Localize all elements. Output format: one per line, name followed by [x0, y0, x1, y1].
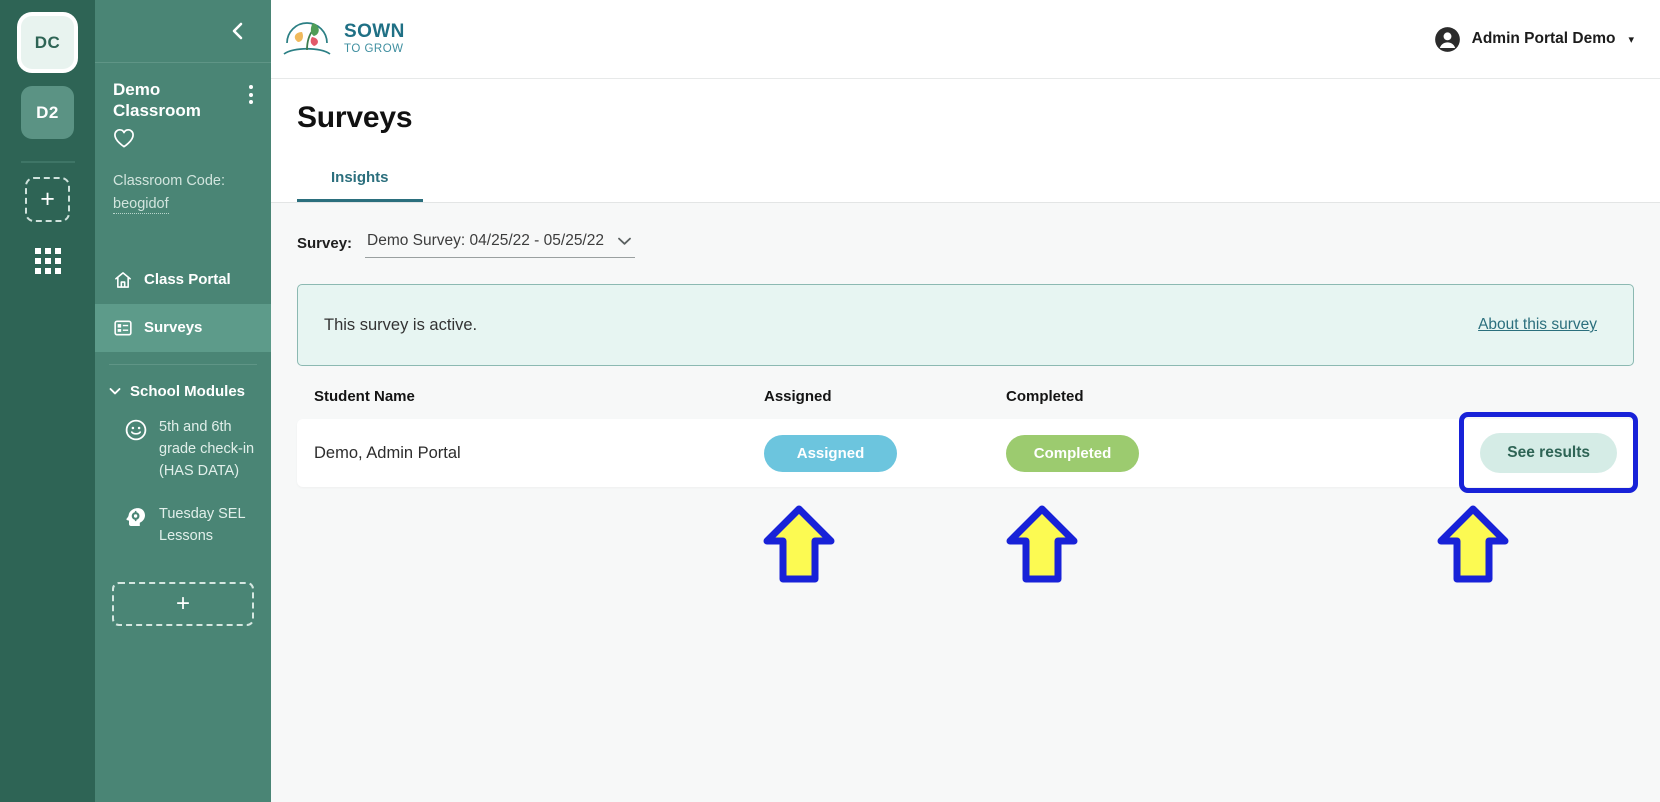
- heart-icon[interactable]: [113, 128, 135, 148]
- arrow-to-completed: [1006, 505, 1078, 583]
- account-menu[interactable]: Admin Portal Demo ▾: [1434, 26, 1634, 53]
- rail-divider: [20, 161, 75, 163]
- sidebar-module-check-in[interactable]: 5th and 6th grade check-in (HAS DATA): [95, 406, 271, 493]
- assigned-status-badge: Assigned: [764, 434, 897, 472]
- table-header-row: Student Name Assigned Completed: [297, 366, 1634, 419]
- sidebar-module-sel-lessons[interactable]: Tuesday SEL Lessons: [95, 493, 271, 558]
- survey-status-message: This survey is active.: [324, 315, 478, 334]
- sidebar-item-class-portal-label: Class Portal: [144, 271, 231, 288]
- completed-status-badge: Completed: [1006, 434, 1139, 472]
- see-results-cell: See results: [1459, 412, 1638, 493]
- column-header-student-name: Student Name: [314, 388, 415, 405]
- smiley-face-icon: [125, 419, 147, 440]
- tab-insights[interactable]: Insights: [297, 155, 423, 202]
- sidebar-item-class-portal[interactable]: Class Portal: [95, 256, 271, 304]
- chevron-down-icon: [109, 388, 121, 395]
- head-gear-icon: [126, 508, 145, 526]
- column-header-completed: Completed: [1006, 388, 1084, 405]
- page-header: Surveys Insights: [271, 79, 1660, 202]
- top-bar: SOWN TO GROW Admin Portal Demo ▾: [271, 0, 1660, 79]
- completed-cell: Completed: [1006, 434, 1480, 472]
- plus-icon: +: [40, 185, 55, 213]
- kebab-menu-icon[interactable]: [249, 79, 253, 104]
- home-icon: [115, 271, 131, 288]
- rail-avatar-dc[interactable]: DC: [21, 16, 74, 69]
- add-module-button[interactable]: +: [112, 581, 254, 626]
- about-this-survey-link[interactable]: About this survey: [1478, 316, 1597, 334]
- rail-avatar-d2[interactable]: D2: [21, 86, 74, 139]
- survey-list-icon: [114, 320, 132, 335]
- chevron-down-icon: ▾: [1628, 33, 1634, 46]
- add-classroom-button[interactable]: +: [25, 177, 70, 222]
- sidebar-section-label: School Modules: [130, 382, 246, 400]
- apps-grid-icon[interactable]: [34, 248, 61, 274]
- student-name-cell: Demo, Admin Portal: [314, 443, 461, 462]
- plus-icon: +: [175, 589, 190, 617]
- classroom-sidebar: Demo Classroom Classroom Code: beogidof …: [95, 0, 271, 802]
- tab-bar: Insights: [297, 155, 1660, 202]
- classroom-info: Demo Classroom Classroom Code: beogidof: [95, 63, 271, 214]
- sidebar-item-surveys-label: Surveys: [144, 319, 203, 336]
- chevron-down-icon: [618, 237, 631, 245]
- school-switcher-rail: DC D2 +: [0, 0, 95, 802]
- survey-picker-label: Survey:: [297, 235, 353, 252]
- survey-status-banner: This survey is active. About this survey: [297, 284, 1634, 366]
- survey-select-value: Demo Survey: 04/25/22 - 05/25/22: [367, 232, 604, 249]
- brand-logo[interactable]: SOWN TO GROW: [279, 13, 405, 65]
- classroom-code-value[interactable]: beogidof: [113, 196, 169, 214]
- user-avatar-icon: [1434, 26, 1460, 52]
- brand-name-secondary: TO GROW: [344, 43, 404, 56]
- sidebar-section-school-modules[interactable]: School Modules: [95, 365, 271, 406]
- table-row: Demo, Admin Portal Assigned Completed Se…: [297, 412, 1638, 493]
- sidebar-module-sel-lessons-label: Tuesday SEL Lessons: [159, 505, 245, 545]
- content-area: Survey: Demo Survey: 04/25/22 - 05/25/22…: [271, 203, 1660, 802]
- arrow-to-see-results: [1437, 505, 1509, 583]
- classroom-code-label: Classroom Code:: [113, 172, 226, 189]
- tab-insights-label: Insights: [331, 169, 389, 186]
- sown-to-grow-leaf-logo: [283, 22, 331, 55]
- see-results-button[interactable]: See results: [1480, 433, 1617, 473]
- rail-avatar-d2-label: D2: [36, 102, 59, 122]
- sidebar-nav: Class Portal Surveys: [95, 256, 271, 352]
- app-root: DC D2 + Demo Classroom Classroom Code: b…: [0, 0, 1660, 802]
- survey-select[interactable]: Demo Survey: 04/25/22 - 05/25/22: [365, 229, 636, 258]
- rail-avatar-dc-label: DC: [34, 32, 61, 52]
- column-header-assigned: Assigned: [764, 388, 832, 405]
- assigned-cell: Assigned: [764, 434, 1006, 472]
- classroom-name: Demo Classroom: [113, 80, 201, 121]
- page-title: Surveys: [297, 101, 413, 134]
- chevron-left-icon: [232, 22, 243, 40]
- sidebar-module-check-in-label: 5th and 6th grade check-in (HAS DATA): [159, 418, 255, 480]
- sidebar-collapse-button[interactable]: [95, 0, 271, 62]
- brand-name-primary: SOWN: [344, 21, 405, 43]
- arrow-to-assigned: [763, 505, 835, 583]
- sidebar-item-surveys[interactable]: Surveys: [95, 303, 271, 352]
- main-area: SOWN TO GROW Admin Portal Demo ▾ Surveys…: [271, 0, 1660, 802]
- account-name: Admin Portal Demo: [1471, 30, 1616, 47]
- survey-picker: Survey: Demo Survey: 04/25/22 - 05/25/22: [297, 229, 1634, 258]
